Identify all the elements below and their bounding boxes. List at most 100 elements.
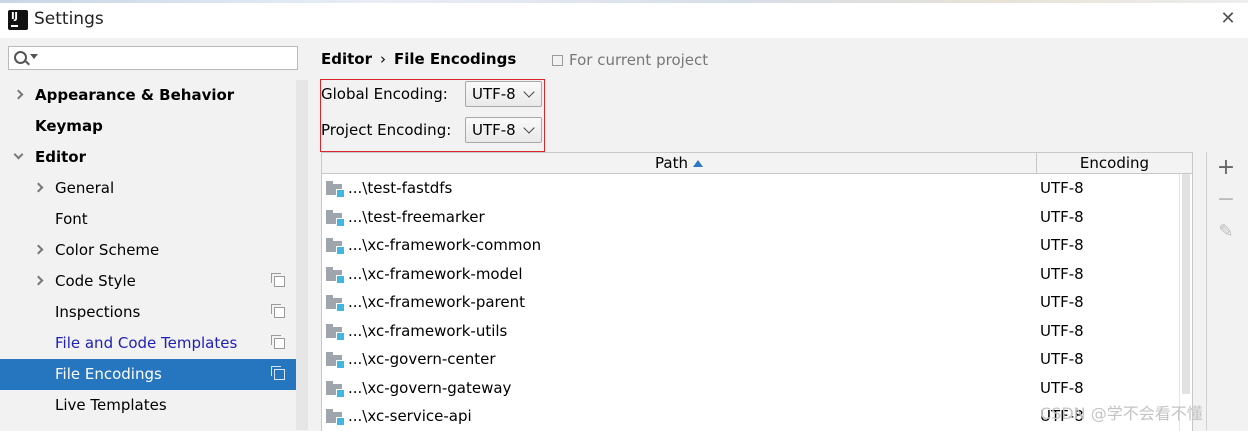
- row-encoding[interactable]: UTF-8: [1040, 345, 1084, 373]
- add-icon[interactable]: +: [1214, 156, 1238, 180]
- chevron-right-icon[interactable]: [13, 89, 24, 100]
- sidebar-item-label: Inspections: [55, 303, 141, 321]
- close-icon[interactable]: ✕: [1218, 9, 1238, 29]
- sidebar-item-font[interactable]: Font: [0, 204, 296, 235]
- module-folder-icon: [326, 352, 345, 369]
- sidebar-item-file-and-code-templates[interactable]: File and Code Templates: [0, 328, 296, 359]
- search-options-chevron-icon[interactable]: [30, 54, 38, 59]
- module-folder-icon: [326, 266, 345, 284]
- row-path: ...\test-freemarker: [348, 207, 485, 226]
- settings-sidebar: Appearance & Behavior Keymap Editor General…: [0, 38, 308, 430]
- table-row[interactable]: ...\xc-framework-utils UTF-8: [322, 317, 1179, 345]
- row-path: ...\xc-govern-center: [348, 350, 496, 368]
- chevron-down-icon[interactable]: [13, 149, 24, 160]
- title-bar: IJ Settings ✕: [0, 0, 1248, 38]
- search-icon: [14, 51, 27, 64]
- row-encoding[interactable]: UTF-8: [1040, 174, 1084, 202]
- chevron-right-icon[interactable]: [33, 182, 44, 193]
- for-current-project: For current project: [552, 51, 708, 69]
- table-row[interactable]: ...\xc-govern-gateway UTF-8: [322, 374, 1179, 402]
- sidebar-item-file-encodings[interactable]: File Encodings: [0, 359, 308, 390]
- sidebar-item-color-scheme[interactable]: Color Scheme: [0, 235, 296, 266]
- sidebar-item-label: General: [55, 179, 115, 197]
- sidebar-item-general[interactable]: General: [0, 173, 296, 204]
- sidebar-item-label: Code Style: [55, 272, 136, 290]
- table-row[interactable]: ...\xc-framework-common UTF-8: [322, 231, 1179, 259]
- watermark: CSDN @学不会看不懂: [1040, 404, 1203, 423]
- global-encoding-label: Global Encoding:: [321, 85, 448, 103]
- table-row[interactable]: ...\xc-framework-parent UTF-8: [322, 288, 1179, 316]
- module-folder-icon: [326, 295, 345, 312]
- row-path: ...\xc-framework-utils: [348, 321, 508, 340]
- table-row[interactable]: ...\xc-govern-center UTF-8: [322, 345, 1179, 373]
- background-strip: [0, 0, 1248, 3]
- breadcrumb: Editor › File Encodings: [321, 50, 516, 68]
- sidebar-scrollbar[interactable]: [296, 80, 308, 430]
- sidebar-item-keymap[interactable]: Keymap: [0, 111, 296, 142]
- breadcrumb-current: File Encodings: [394, 50, 517, 68]
- column-header-encoding[interactable]: Encoding: [1037, 153, 1192, 173]
- for-current-project-label: For current project: [569, 51, 709, 69]
- sidebar-item-appearance-behavior[interactable]: Appearance & Behavior: [0, 80, 296, 111]
- row-path: ...\test-fastdfs: [348, 179, 453, 197]
- table-row[interactable]: ...\xc-framework-model UTF-8: [322, 260, 1179, 288]
- settings-content: Editor › File Encodings For current projec…: [308, 38, 1248, 431]
- table-row[interactable]: ...\test-fastdfs UTF-8: [322, 174, 1179, 202]
- edit-icon[interactable]: ✎: [1214, 220, 1238, 244]
- search-input[interactable]: [41, 49, 295, 69]
- breadcrumb-parent[interactable]: Editor: [321, 50, 372, 68]
- module-folder-icon: [326, 181, 345, 198]
- table-row[interactable]: ...\test-freemarker UTF-8: [322, 203, 1179, 231]
- remove-icon[interactable]: −: [1214, 188, 1238, 212]
- chevron-right-icon[interactable]: [33, 275, 44, 286]
- module-folder-icon: [326, 238, 345, 255]
- project-scope-icon: [271, 273, 285, 287]
- row-encoding[interactable]: UTF-8: [1040, 231, 1084, 259]
- global-encoding-value: UTF-8: [472, 85, 516, 103]
- project-scope-icon: [552, 55, 563, 66]
- global-encoding-select[interactable]: UTF-8: [465, 81, 542, 107]
- sidebar-item-label: Appearance & Behavior: [35, 86, 235, 104]
- project-encoding-select[interactable]: UTF-8: [465, 117, 542, 143]
- sidebar-item-editor[interactable]: Editor: [0, 142, 296, 173]
- module-folder-icon: [326, 409, 345, 426]
- row-encoding[interactable]: UTF-8: [1040, 203, 1084, 231]
- project-encoding-label: Project Encoding:: [321, 121, 452, 139]
- row-path: ...\xc-framework-common: [348, 236, 542, 254]
- sidebar-item-label: Editor: [35, 148, 86, 166]
- scrollbar-thumb[interactable]: [1182, 174, 1190, 394]
- encodings-table: Path Encoding ...\test-fastdfs UTF-8 ...\t…: [321, 152, 1193, 431]
- row-path: ...\xc-service-api: [348, 407, 472, 425]
- table-header: Path Encoding: [322, 153, 1192, 174]
- intellij-app-icon: IJ: [6, 8, 30, 32]
- breadcrumb-separator: ›: [380, 50, 386, 68]
- row-encoding[interactable]: UTF-8: [1040, 288, 1084, 316]
- project-scope-icon: [271, 366, 285, 380]
- sidebar-item-inspections[interactable]: Inspections: [0, 297, 296, 328]
- settings-search[interactable]: [8, 46, 298, 70]
- column-header-path-label: Path: [655, 154, 688, 172]
- row-encoding[interactable]: UTF-8: [1040, 260, 1084, 288]
- sidebar-item-label: Font: [55, 210, 88, 228]
- project-encoding-value: UTF-8: [472, 121, 516, 139]
- sidebar-item-label: File and Code Templates: [55, 334, 238, 352]
- module-folder-icon: [326, 323, 345, 341]
- column-header-path[interactable]: Path: [322, 153, 1037, 173]
- module-folder-icon: [326, 209, 345, 227]
- row-path: ...\xc-govern-gateway: [348, 378, 512, 397]
- chevron-right-icon[interactable]: [33, 244, 44, 255]
- module-folder-icon: [326, 380, 345, 398]
- sidebar-item-label: File Encodings: [55, 365, 162, 383]
- sidebar-item-label: Live Templates: [55, 396, 167, 414]
- sidebar-item-label: Keymap: [35, 117, 103, 135]
- row-encoding[interactable]: UTF-8: [1040, 317, 1084, 345]
- sort-ascending-icon: [692, 160, 703, 167]
- sidebar-item-live-templates[interactable]: Live Templates: [0, 390, 296, 421]
- sidebar-item-code-style[interactable]: Code Style: [0, 266, 296, 297]
- project-scope-icon: [271, 304, 285, 318]
- sidebar-item-label: Color Scheme: [55, 241, 160, 259]
- row-encoding[interactable]: UTF-8: [1040, 374, 1084, 402]
- table-scrollbar[interactable]: [1179, 174, 1192, 431]
- project-scope-icon: [271, 335, 285, 349]
- row-path: ...\xc-framework-parent: [348, 293, 525, 311]
